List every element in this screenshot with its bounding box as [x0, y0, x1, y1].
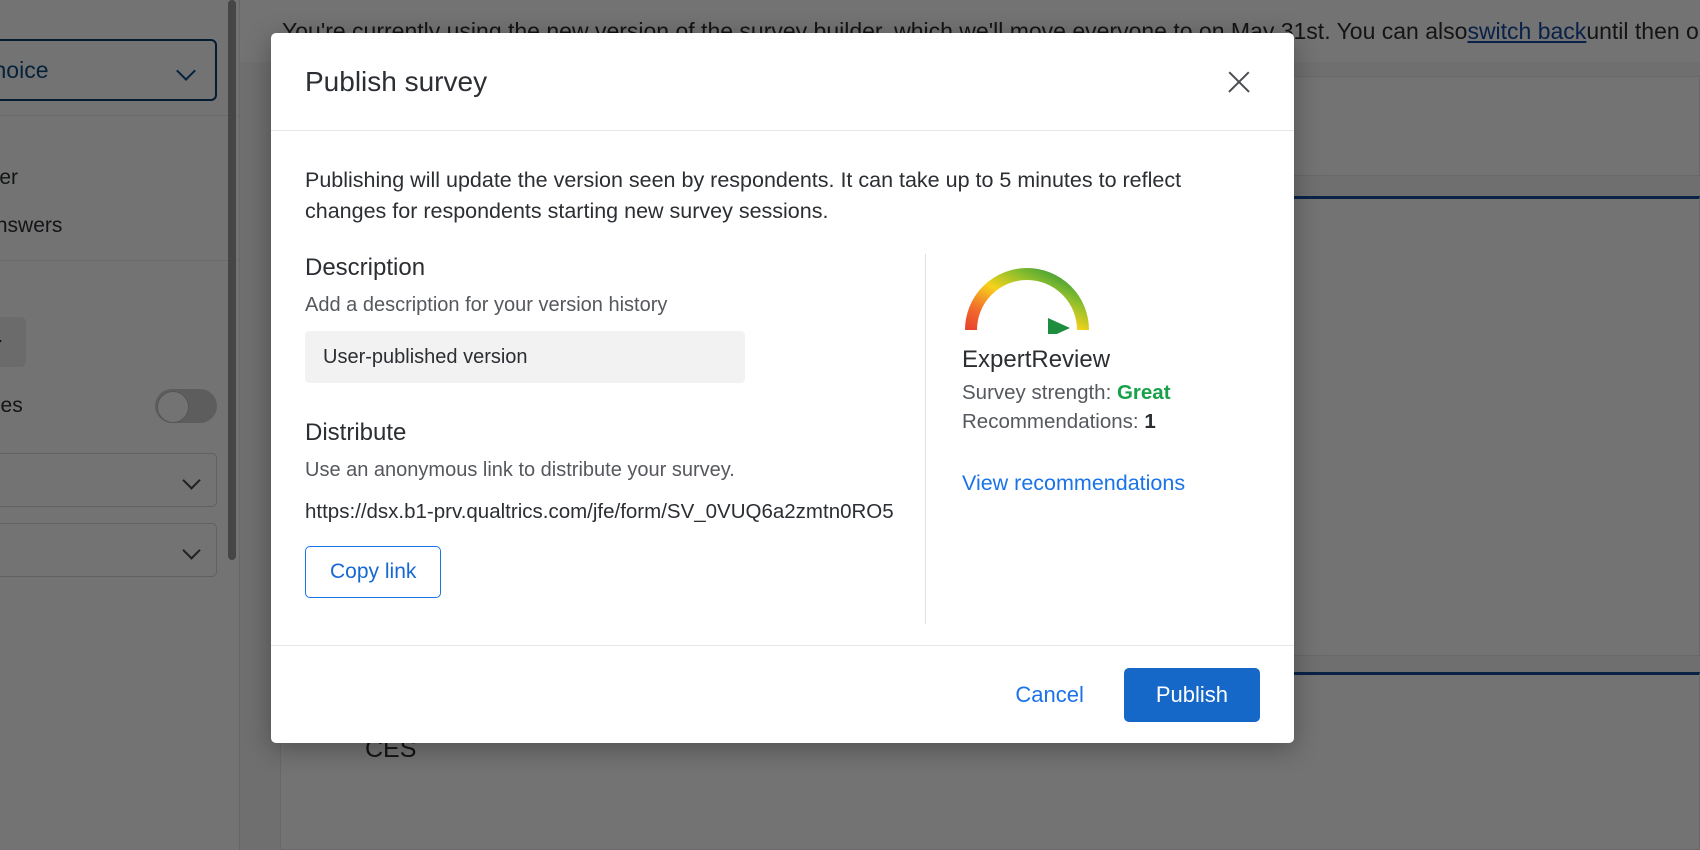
- survey-strength-label: Survey strength:: [962, 381, 1117, 404]
- dialog-title: Publish survey: [305, 66, 1218, 98]
- recommendations-label: Recommendations:: [962, 410, 1144, 433]
- distribute-section-title: Distribute: [305, 419, 895, 447]
- survey-strength-row: Survey strength: Great: [962, 381, 1260, 405]
- copy-link-button[interactable]: Copy link: [305, 546, 441, 598]
- survey-strength-value: Great: [1117, 381, 1171, 404]
- dialog-left-column: Description Add a description for your v…: [305, 254, 925, 624]
- view-recommendations-link[interactable]: View recommendations: [962, 471, 1185, 496]
- gauge-icon: [962, 260, 1092, 334]
- dialog-header: Publish survey: [271, 33, 1294, 131]
- close-icon[interactable]: [1218, 61, 1260, 103]
- recommendations-row: Recommendations: 1: [962, 410, 1260, 434]
- description-section-subtitle: Add a description for your version histo…: [305, 294, 895, 317]
- dialog-body: Publishing will update the version seen …: [271, 131, 1294, 645]
- column-divider: [925, 254, 926, 624]
- publish-survey-dialog: Publish survey Publishing will update th…: [271, 33, 1294, 743]
- distribute-section-subtitle: Use an anonymous link to distribute your…: [305, 459, 895, 482]
- dialog-columns: Description Add a description for your v…: [305, 254, 1260, 624]
- expert-review-title: ExpertReview: [962, 346, 1260, 374]
- publish-intro-text: Publishing will update the version seen …: [305, 165, 1260, 226]
- description-section-title: Description: [305, 254, 895, 282]
- cancel-button[interactable]: Cancel: [997, 670, 1101, 720]
- dialog-footer: Cancel Publish: [271, 645, 1294, 743]
- recommendations-value: 1: [1144, 410, 1155, 433]
- dialog-right-column: ExpertReview Survey strength: Great Reco…: [962, 254, 1260, 624]
- anonymous-link-url: https://dsx.b1-prv.qualtrics.com/jfe/for…: [305, 500, 895, 524]
- publish-button[interactable]: Publish: [1124, 668, 1260, 722]
- description-input[interactable]: [305, 331, 745, 383]
